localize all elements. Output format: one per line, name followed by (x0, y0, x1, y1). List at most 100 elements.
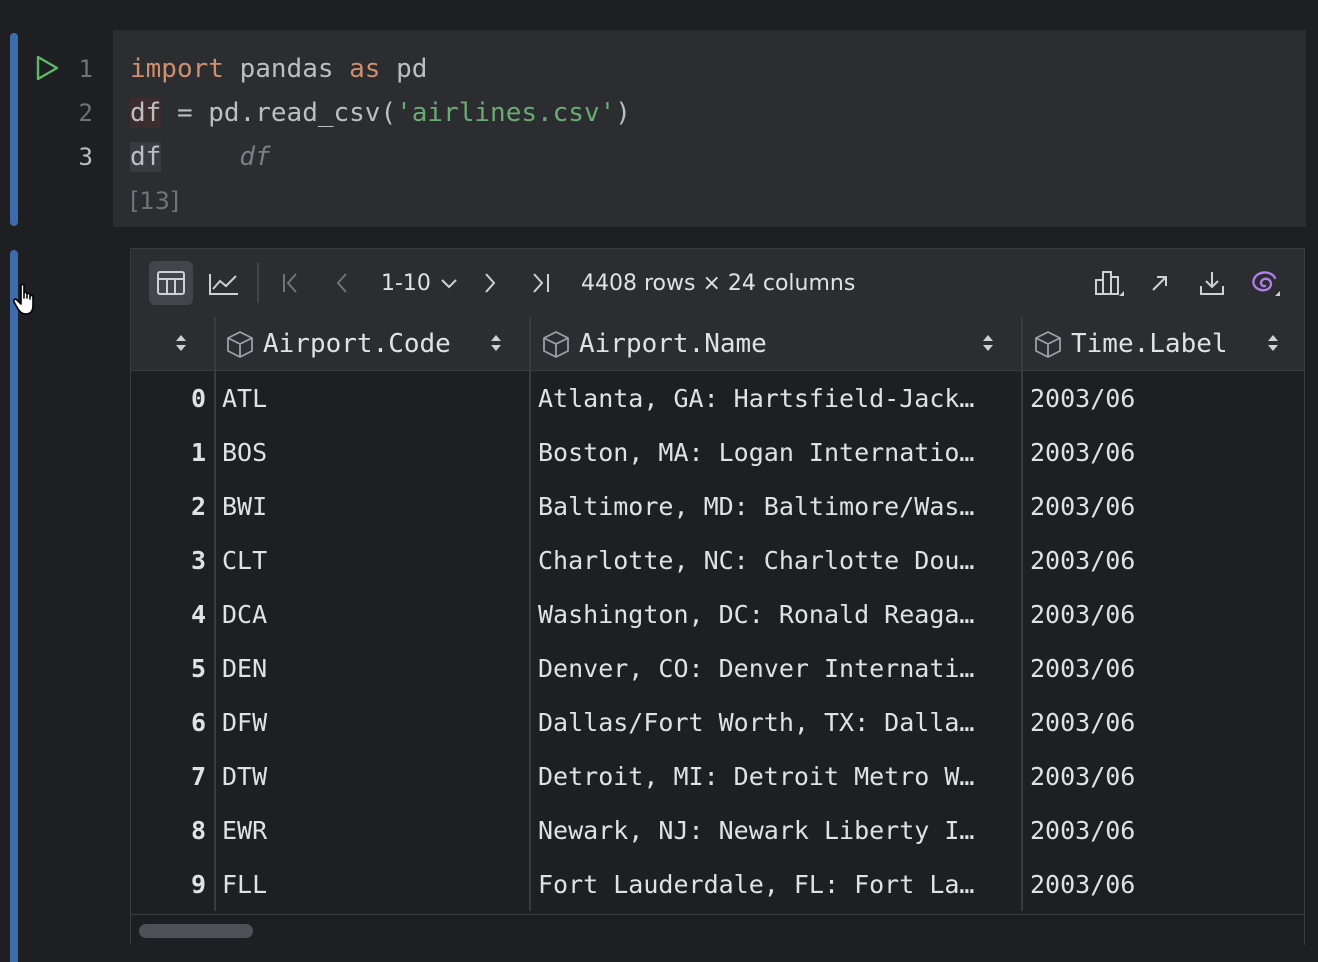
code-line-2[interactable]: df = pd.read_csv('airlines.csv') (130, 98, 631, 128)
cell-airport-name[interactable]: Charlotte, NC: Charlotte Dou… (531, 533, 1023, 587)
sort-icon[interactable] (1266, 333, 1280, 353)
sort-icon[interactable] (174, 333, 188, 353)
output-toolbar: 1-10 4408 rows × 24 columns (131, 249, 1304, 318)
code-line-3[interactable]: df df (130, 142, 271, 172)
cell-airport-name[interactable]: Atlanta, GA: Hartsfield-Jack… (531, 371, 1023, 425)
page-range-label: 1-10 (381, 270, 431, 296)
cell-airport-name[interactable]: Washington, DC: Ronald Reaga… (531, 587, 1023, 641)
code-text: pandas (223, 54, 350, 84)
row-index: 9 (131, 857, 216, 911)
column-header-airport-code[interactable]: Airport.Code (215, 317, 531, 370)
cell-time-label[interactable]: 2003/06 (1023, 803, 1304, 857)
cell-airport-name[interactable]: Denver, CO: Denver Internati… (531, 641, 1023, 695)
table-row[interactable]: 1 BOS Boston, MA: Logan Internatio… 2003… (131, 425, 1304, 479)
row-index: 5 (131, 641, 216, 695)
string-literal: 'airlines.csv' (396, 98, 616, 128)
row-index: 2 (131, 479, 216, 533)
cell-airport-code[interactable]: DEN (215, 641, 531, 695)
previous-page-button[interactable] (320, 261, 364, 305)
cell-airport-name[interactable]: Newark, NJ: Newark Liberty I… (531, 803, 1023, 857)
table-row[interactable]: 2 BWI Baltimore, MD: Baltimore/Was… 2003… (131, 479, 1304, 533)
chevron-down-icon (441, 279, 457, 289)
next-page-button[interactable] (468, 261, 512, 305)
last-page-icon (533, 273, 549, 293)
cell-airport-code[interactable]: FLL (215, 857, 531, 911)
sort-icon[interactable] (489, 333, 503, 353)
download-icon (1200, 272, 1224, 295)
cell-time-label[interactable]: 2003/06 (1023, 587, 1304, 641)
rows-columns-info: 4408 rows × 24 columns (581, 270, 856, 296)
code-line-1[interactable]: import pandas as pd (130, 54, 427, 84)
cell-time-label[interactable]: 2003/06 (1023, 425, 1304, 479)
sort-icon[interactable] (981, 333, 995, 353)
row-index: 1 (131, 425, 216, 479)
cell-airport-code[interactable]: BWI (215, 479, 531, 533)
cell-gutter-bar[interactable] (10, 33, 18, 226)
chart-view-button[interactable] (202, 261, 246, 305)
cell-time-label[interactable]: 2003/06 (1023, 479, 1304, 533)
keyword: import (130, 54, 224, 84)
cell-airport-name[interactable]: Dallas/Fort Worth, TX: Dalla… (531, 695, 1023, 749)
dataframe-output: 1-10 4408 rows × 24 columns Airport.Code… (130, 248, 1305, 945)
export-button[interactable] (1190, 261, 1234, 305)
data-table: Airport.Code Airport.Name Time.Label 0 A… (131, 317, 1304, 913)
row-index: 7 (131, 749, 216, 803)
cell-airport-code[interactable]: EWR (215, 803, 531, 857)
row-index: 0 (131, 371, 216, 425)
row-index: 4 (131, 587, 216, 641)
line-chart-icon (209, 274, 238, 295)
ai-assistant-button[interactable] (1243, 261, 1287, 305)
cell-airport-name[interactable]: Detroit, MI: Detroit Metro W… (531, 749, 1023, 803)
code-text: ) (615, 98, 631, 128)
last-page-button[interactable] (519, 261, 563, 305)
horizontal-scrollbar[interactable] (131, 914, 1304, 945)
page-range-dropdown[interactable]: 1-10 (381, 261, 459, 305)
table-row[interactable]: 7 DTW Detroit, MI: Detroit Metro W… 2003… (131, 749, 1304, 803)
table-row[interactable]: 9 FLL Fort Lauderdale, FL: Fort La… 2003… (131, 857, 1304, 911)
table-row[interactable]: 5 DEN Denver, CO: Denver Internati… 2003… (131, 641, 1304, 695)
row-index: 6 (131, 695, 216, 749)
cell-airport-code[interactable]: CLT (215, 533, 531, 587)
column-header-airport-name[interactable]: Airport.Name (531, 317, 1023, 370)
index-column-header[interactable] (131, 317, 216, 370)
table-icon (157, 271, 185, 295)
cell-airport-name[interactable]: Baltimore, MD: Baltimore/Was… (531, 479, 1023, 533)
scrollbar-thumb[interactable] (139, 924, 253, 938)
column-header-time-label[interactable]: Time.Label (1023, 317, 1304, 370)
line-number: 1 (78, 55, 93, 83)
cell-airport-code[interactable]: ATL (215, 371, 531, 425)
cell-time-label[interactable]: 2003/06 (1023, 857, 1304, 911)
ai-swirl-icon (1252, 271, 1280, 296)
cell-time-label[interactable]: 2003/06 (1023, 749, 1304, 803)
cell-time-label[interactable]: 2003/06 (1023, 641, 1304, 695)
cell-airport-name[interactable]: Fort Lauderdale, FL: Fort La… (531, 857, 1023, 911)
table-row[interactable]: 0 ATL Atlanta, GA: Hartsfield-Jack… 2003… (131, 371, 1304, 425)
open-in-editor-button[interactable] (1138, 261, 1182, 305)
bar-chart-icon (1095, 271, 1124, 296)
chevron-left-icon (336, 273, 347, 293)
table-view-button[interactable] (149, 261, 193, 305)
cell-time-label[interactable]: 2003/06 (1023, 371, 1304, 425)
hand-cursor-icon (12, 283, 34, 315)
cell-time-label[interactable]: 2003/06 (1023, 695, 1304, 749)
cell-airport-code[interactable]: BOS (215, 425, 531, 479)
first-page-button[interactable] (269, 261, 313, 305)
column-stats-button[interactable] (1087, 261, 1131, 305)
table-row[interactable]: 3 CLT Charlotte, NC: Charlotte Dou… 2003… (131, 533, 1304, 587)
table-row[interactable]: 4 DCA Washington, DC: Ronald Reaga… 2003… (131, 587, 1304, 641)
code-text: pd (380, 54, 428, 84)
row-index: 8 (131, 803, 216, 857)
keyword: as (349, 54, 381, 84)
cell-time-label[interactable]: 2003/06 (1023, 533, 1304, 587)
cell-airport-code[interactable]: DTW (215, 749, 531, 803)
table-row[interactable]: 6 DFW Dallas/Fort Worth, TX: Dalla… 2003… (131, 695, 1304, 749)
cell-airport-name[interactable]: Boston, MA: Logan Internatio… (531, 425, 1023, 479)
cell-airport-code[interactable]: DFW (215, 695, 531, 749)
cube-icon (543, 330, 569, 358)
table-header: Airport.Code Airport.Name Time.Label (131, 317, 1304, 371)
chevron-right-icon (485, 273, 496, 293)
table-row[interactable]: 8 EWR Newark, NJ: Newark Liberty I… 2003… (131, 803, 1304, 857)
output-gutter-bar[interactable] (10, 250, 18, 962)
cell-airport-code[interactable]: DCA (215, 587, 531, 641)
cube-icon (227, 330, 253, 358)
